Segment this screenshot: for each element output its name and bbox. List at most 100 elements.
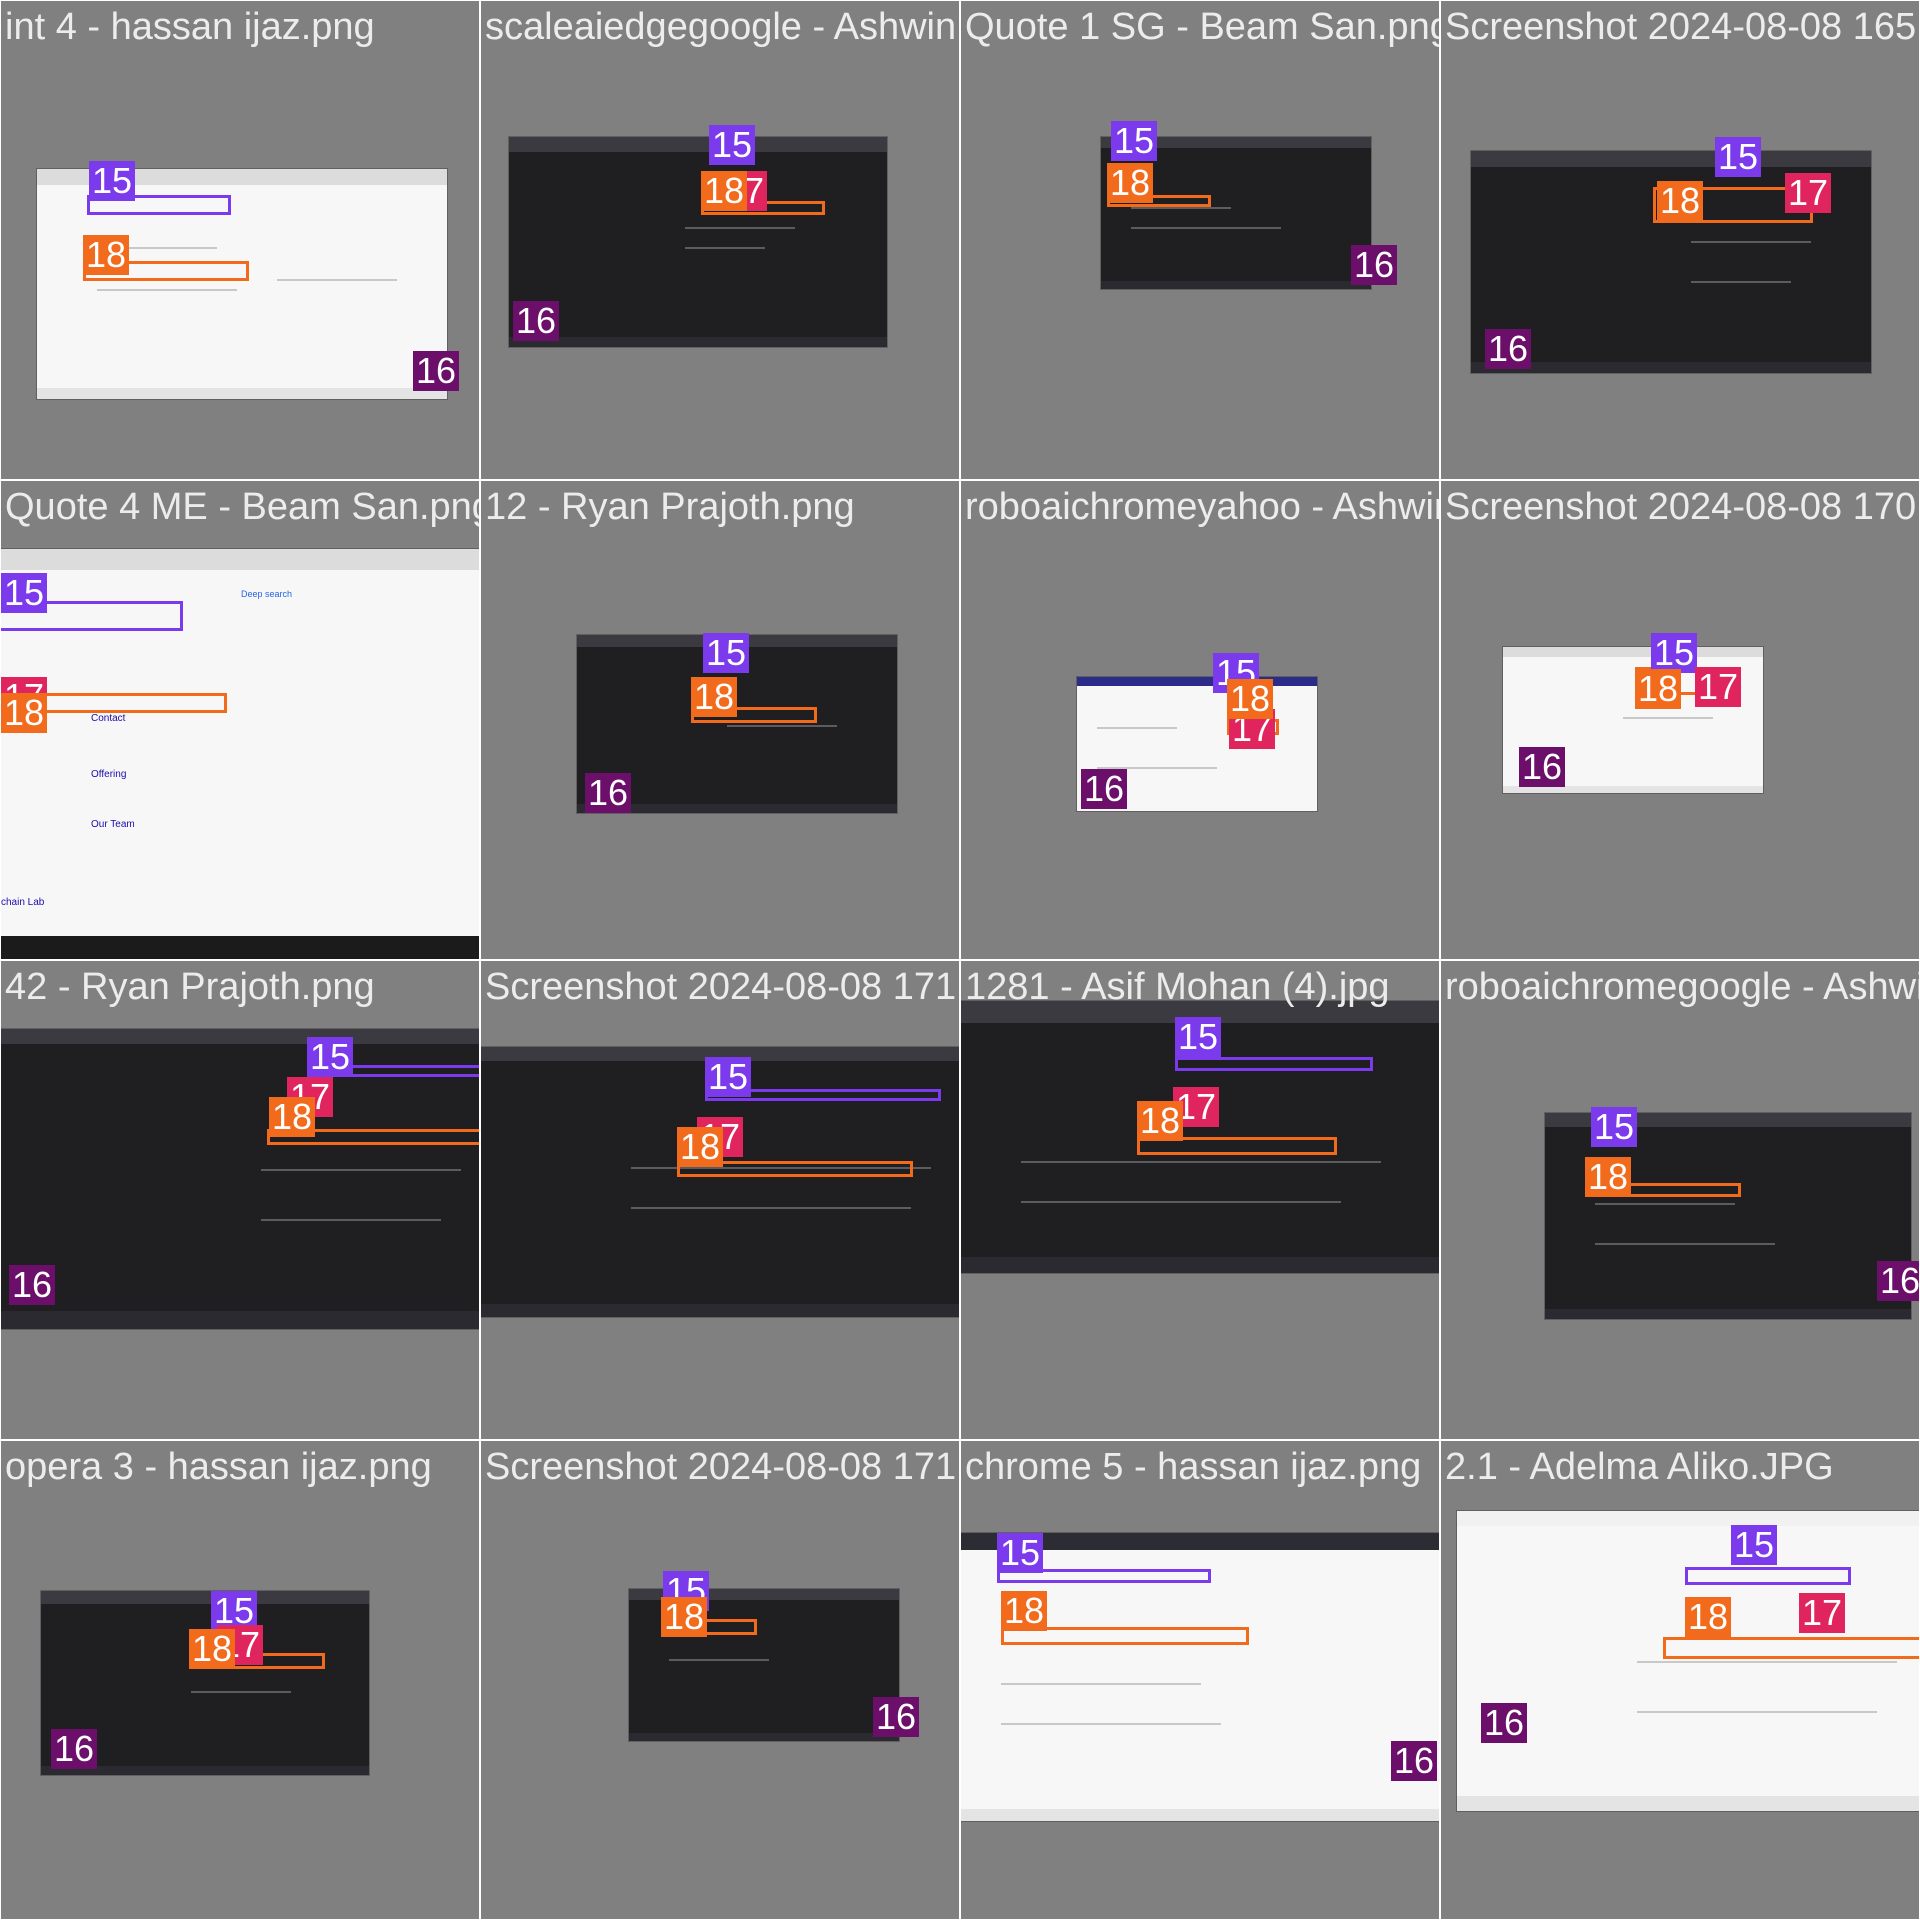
text-line	[1097, 727, 1177, 729]
label-16: 16	[1081, 769, 1128, 809]
taskbar	[629, 1733, 899, 1741]
text-line	[685, 227, 795, 229]
heading-offering[interactable]: Offering	[91, 769, 126, 780]
label-16: 16	[413, 351, 460, 391]
label-18: 18	[691, 677, 738, 717]
tile-2[interactable]: scaleaiedgegoogle - Ashwin Varughese.png…	[480, 0, 960, 480]
label-16: 16	[1481, 1703, 1528, 1743]
taskbar	[1, 1311, 479, 1329]
taskbar	[37, 387, 447, 399]
label-17: 17	[1, 677, 48, 693]
label-17: 17	[1695, 667, 1742, 707]
tile-title: chrome 5 - hassan ijaz.png	[965, 1446, 1422, 1488]
tile-1[interactable]: int 4 - hassan ijaz.png 15 18 16	[0, 0, 480, 480]
label-16: 16	[1351, 245, 1398, 285]
label-16: 16	[51, 1729, 98, 1769]
label-18: 18	[83, 235, 130, 275]
label-18: 18	[1227, 679, 1274, 719]
thumbnail	[509, 137, 887, 347]
tile-11[interactable]: 1281 - Asif Mohan (4).jpg 15 17 18	[960, 960, 1440, 1440]
tile-title: 12 - Ryan Prajoth.png	[485, 486, 855, 528]
text-line	[727, 725, 837, 727]
text-line	[1595, 1203, 1735, 1205]
label-18: 18	[1635, 669, 1682, 709]
label-18: 18	[677, 1127, 724, 1167]
label-16: 16	[1877, 1261, 1919, 1301]
label-18: 18	[701, 171, 748, 211]
text-line	[669, 1659, 769, 1661]
heading-contact[interactable]: Contact	[91, 713, 125, 724]
tile-13[interactable]: opera 3 - hassan ijaz.png 15 17 18 16	[0, 1440, 480, 1920]
text-line	[277, 279, 397, 281]
text-line	[191, 1691, 291, 1693]
text-line	[631, 1207, 911, 1209]
tile-3[interactable]: Quote 1 SG - Beam San.png 15 18 16	[960, 0, 1440, 480]
tile-title: Quote 4 ME - Beam San.png	[5, 486, 480, 528]
tile-title: Screenshot 2024-08-08 171	[485, 1446, 957, 1488]
heading-blockchain-lab[interactable]: chain Lab	[1, 897, 44, 908]
tile-title: int 4 - hassan ijaz.png	[5, 6, 375, 48]
text-line	[1595, 1243, 1775, 1245]
label-16: 16	[513, 301, 560, 341]
label-15: 15	[1175, 1017, 1222, 1057]
browser-tab-bar	[1471, 151, 1871, 167]
label-18: 18	[1657, 181, 1704, 221]
text-line	[1637, 1711, 1877, 1713]
label-18: 18	[189, 1629, 236, 1669]
label-15: 15	[89, 161, 136, 201]
label-15: 15	[1731, 1525, 1778, 1565]
label-15: 15	[705, 1057, 752, 1097]
label-18: 18	[1, 693, 48, 733]
text-line	[1131, 207, 1231, 209]
tile-8[interactable]: Screenshot 2024-08-08 170 15 17 18 16	[1440, 480, 1920, 960]
text-line	[1001, 1683, 1201, 1685]
tile-title: Screenshot 2024-08-08 170	[1445, 486, 1917, 528]
text-line	[1021, 1161, 1381, 1163]
tile-10[interactable]: Screenshot 2024-08-08 171 15 17 18	[480, 960, 960, 1440]
text-line	[1623, 717, 1713, 719]
label-17: 17	[1799, 1593, 1846, 1633]
label-15: 15	[1591, 1107, 1638, 1147]
tile-4[interactable]: Screenshot 2024-08-08 165 15 17 18 16	[1440, 0, 1920, 480]
tile-title: opera 3 - hassan ijaz.png	[5, 1446, 432, 1488]
label-17: 17	[1785, 173, 1832, 213]
label-16: 16	[9, 1265, 56, 1305]
text-line	[1691, 281, 1791, 283]
browser-tab-bar	[1503, 647, 1763, 658]
tile-12[interactable]: roboaichromegoogle - Ashwin 15 18 16	[1440, 960, 1920, 1440]
tile-6[interactable]: 12 - Ryan Prajoth.png 15 18 16	[480, 480, 960, 960]
tile-title: roboaichromeyahoo - Ashwin Varughese.png	[965, 486, 1439, 528]
text-line	[1001, 1723, 1221, 1725]
tile-title: 42 - Ryan Prajoth.png	[5, 966, 375, 1008]
text-line	[1637, 1661, 1897, 1663]
label-18: 18	[1685, 1597, 1732, 1637]
tile-15[interactable]: chrome 5 - hassan ijaz.png 15 17 18 16	[960, 1440, 1440, 1920]
label-18: 18	[1137, 1101, 1184, 1141]
tile-title: scaleaiedgegoogle - Ashwin Varughese.png	[485, 6, 959, 48]
label-18: 18	[1107, 163, 1154, 203]
browser-tab-bar	[509, 137, 887, 152]
taskbar	[1457, 1796, 1919, 1811]
label-16: 16	[873, 1697, 920, 1737]
label-15: 15	[709, 125, 756, 165]
tile-5[interactable]: Quote 4 ME - Beam San.png Deep search Co…	[0, 480, 480, 960]
text-line	[261, 1169, 461, 1171]
browser-tab-bar	[1077, 677, 1317, 687]
tile-title: 1281 - Asif Mohan (4).jpg	[965, 966, 1390, 1008]
tile-7[interactable]: roboaichromeyahoo - Ashwin Varughese.png…	[960, 480, 1440, 960]
tile-9[interactable]: 42 - Ryan Prajoth.png 15 17 18 16	[0, 960, 480, 1440]
bbox-18	[1663, 1637, 1919, 1659]
label-18: 18	[1001, 1591, 1048, 1631]
tile-title: roboaichromegoogle - Ashwin	[1445, 966, 1920, 1008]
text-line	[685, 247, 765, 249]
browser-tab-bar	[41, 1591, 369, 1604]
bbox-15	[1175, 1057, 1373, 1071]
taskbar	[1101, 281, 1371, 289]
label-18: 18	[661, 1597, 708, 1637]
deep-search-button[interactable]: Deep search	[241, 589, 292, 599]
tile-title: 2.1 - Adelma Aliko.JPG	[1445, 1446, 1834, 1488]
heading-our-team[interactable]: Our Team	[91, 819, 135, 830]
tile-16[interactable]: 2.1 - Adelma Aliko.JPG 15 17 18 16	[1440, 1440, 1920, 1920]
tile-14[interactable]: Screenshot 2024-08-08 171 15 18 16	[480, 1440, 960, 1920]
label-15: 15	[703, 633, 750, 673]
